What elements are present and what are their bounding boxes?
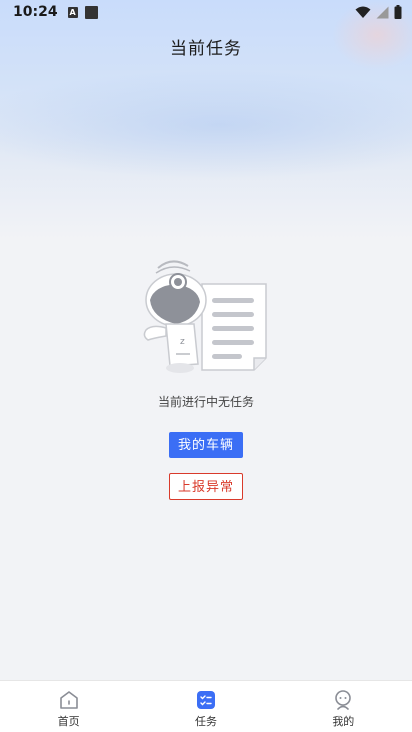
svg-text:z: z <box>180 337 185 347</box>
screen: 10:24 A 当前任务 z 当前进行中无任务 我的车辆 上报异常 首页 任务 … <box>0 0 412 732</box>
square-notification-icon <box>84 5 98 19</box>
nav-label-profile: 我的 <box>332 714 355 728</box>
empty-state-message: 当前进行中无任务 <box>157 395 254 409</box>
report-exception-button[interactable]: 上报异常 <box>169 473 243 500</box>
status-time: 10:24 <box>13 4 58 20</box>
status-bar: 10:24 A <box>0 0 412 24</box>
my-vehicles-button[interactable]: 我的车辆 <box>169 432 243 458</box>
nav-item-home[interactable]: 首页 <box>0 681 137 732</box>
profile-icon <box>335 689 352 710</box>
wifi-icon <box>355 6 371 18</box>
document-icon <box>201 283 267 371</box>
status-indicators <box>355 5 402 19</box>
bottom-nav: 首页 任务 我的 <box>0 680 412 732</box>
nav-item-profile[interactable]: 我的 <box>275 681 412 732</box>
nav-label-home: 首页 <box>57 714 80 728</box>
nav-item-tasks[interactable]: 任务 <box>137 681 274 732</box>
empty-task-illustration: z <box>143 260 267 373</box>
nav-label-tasks: 任务 <box>194 714 217 728</box>
home-icon <box>59 690 78 709</box>
battery-icon <box>394 5 402 19</box>
signal-icon <box>376 6 389 18</box>
robot-icon: z <box>143 260 207 373</box>
page-title: 当前任务 <box>170 39 242 59</box>
a-notification-icon: A <box>67 6 78 18</box>
task-icon <box>196 690 215 709</box>
